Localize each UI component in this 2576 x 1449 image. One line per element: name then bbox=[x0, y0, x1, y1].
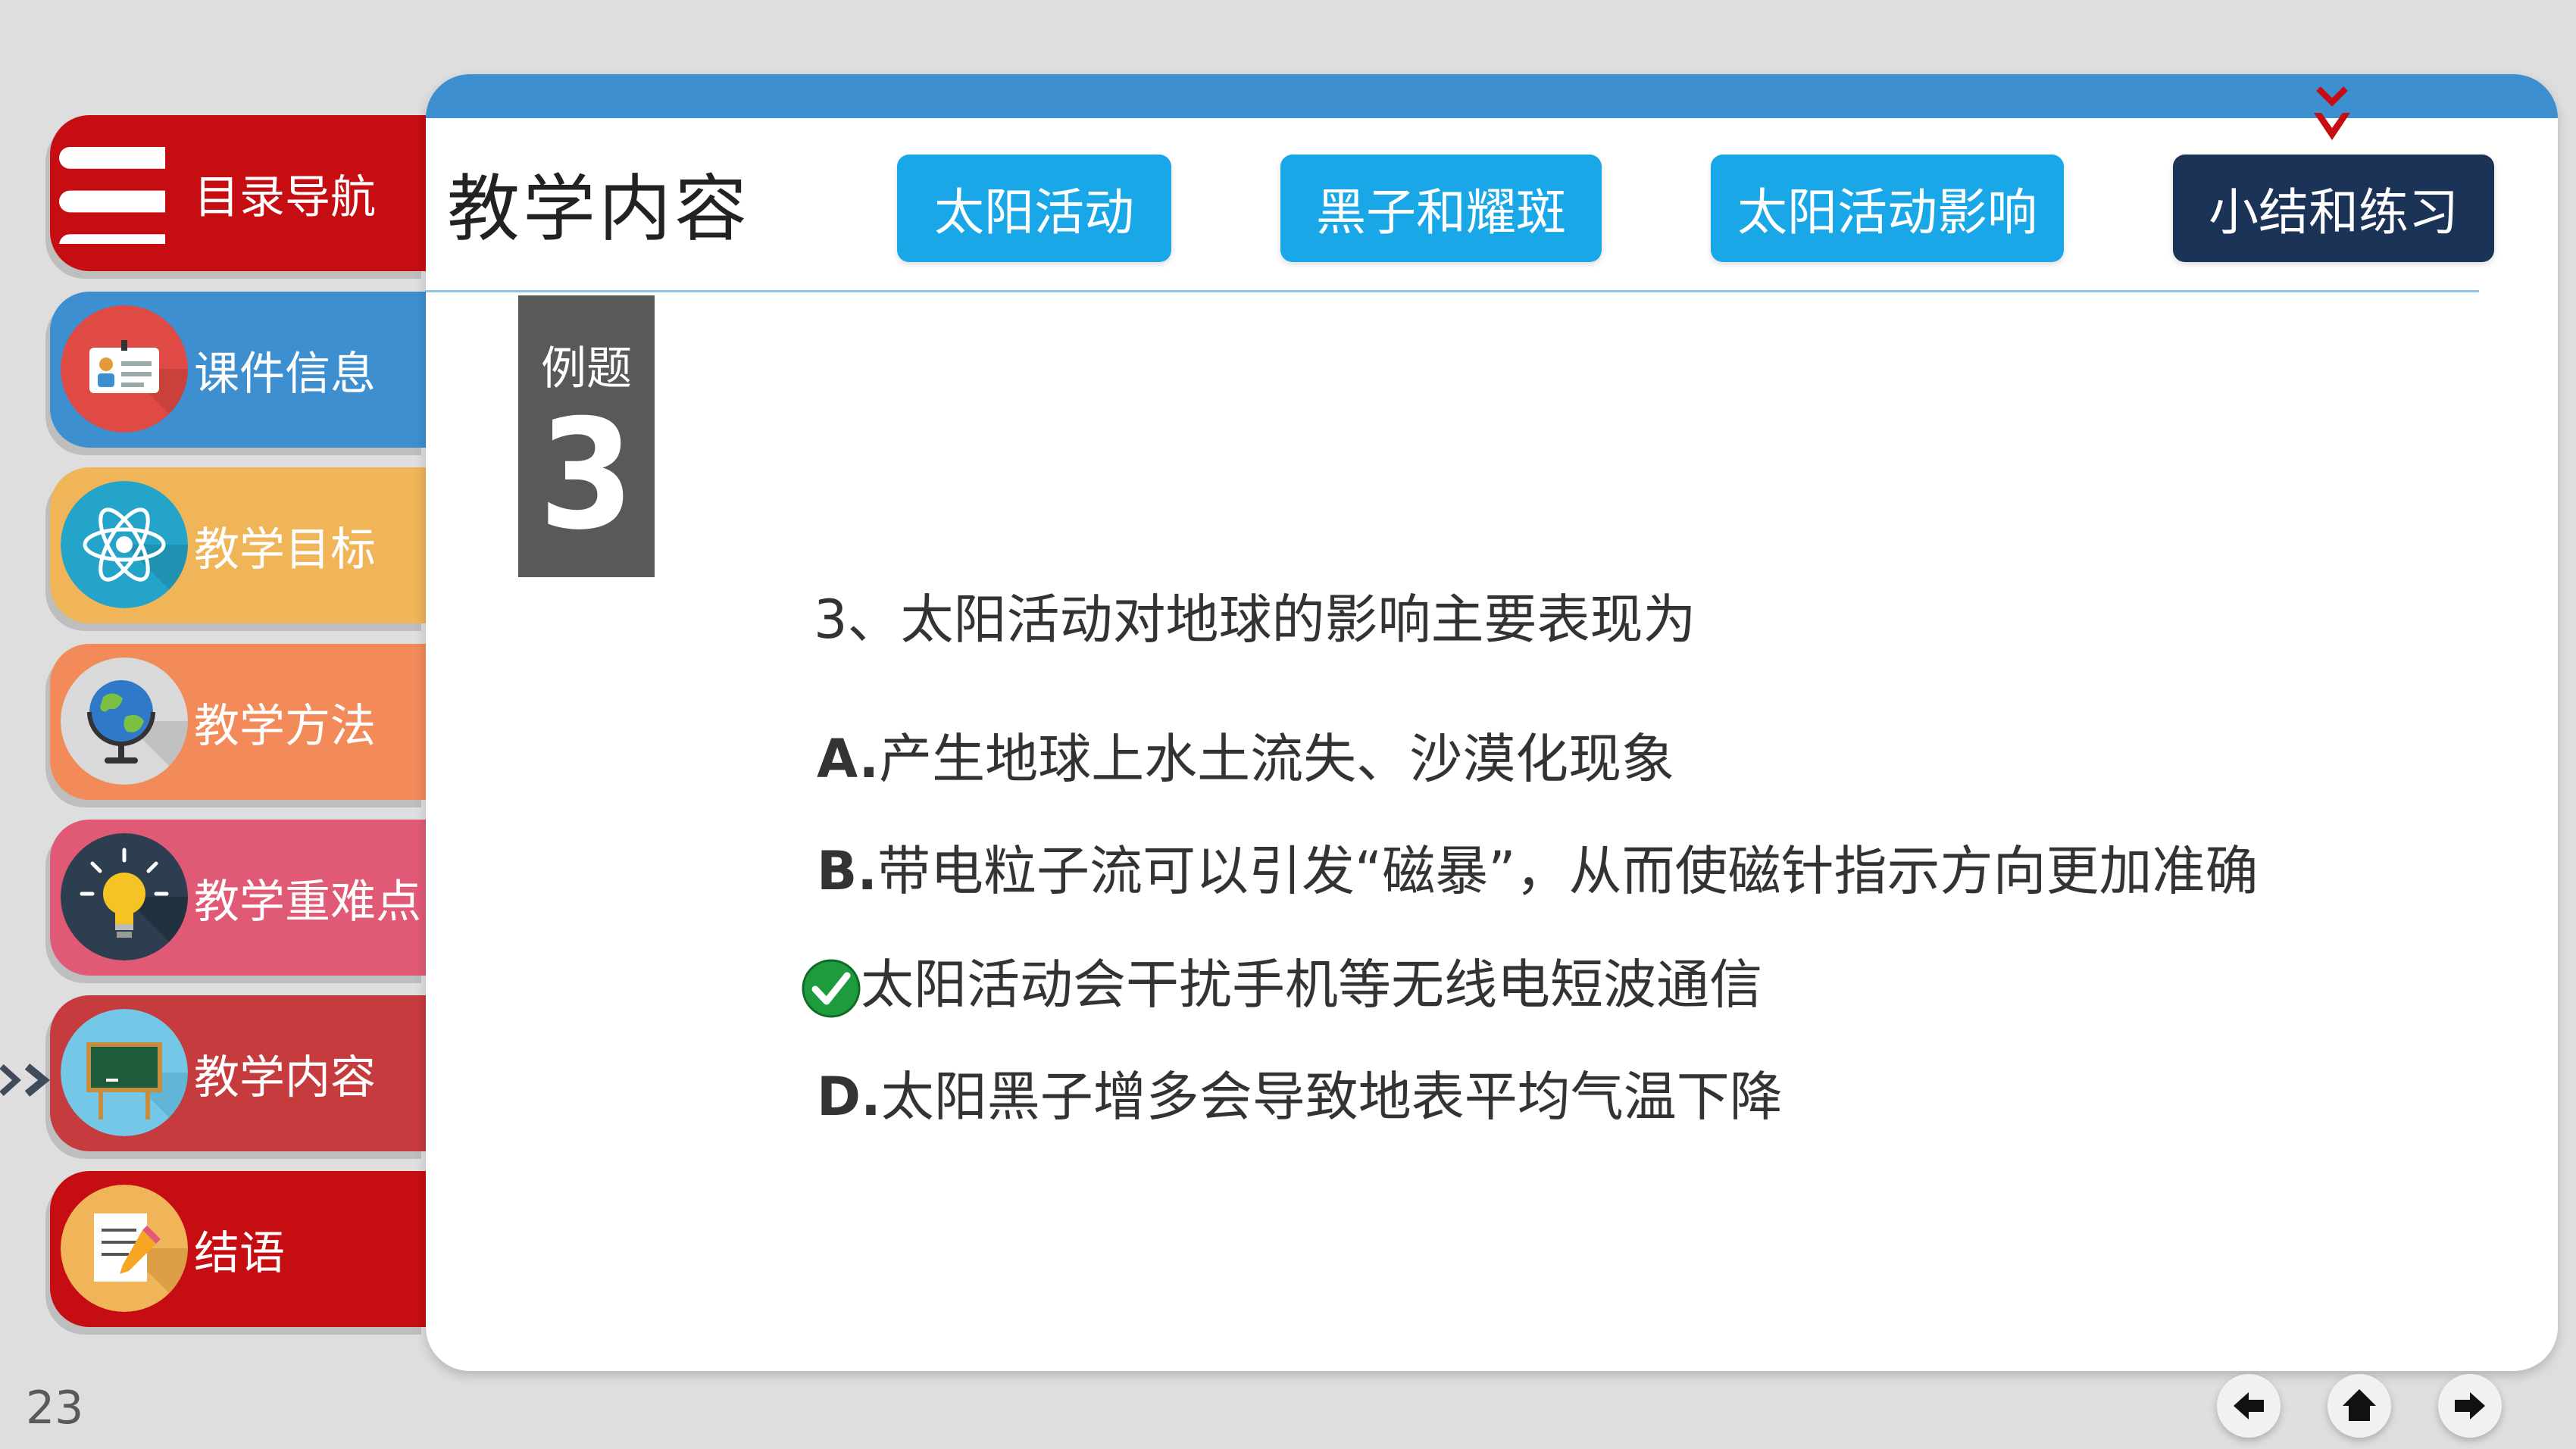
sidebar-item-label: 教学方法 bbox=[194, 699, 376, 753]
option-c[interactable]: 太阳活动会干扰手机等无线电短波通信 bbox=[861, 947, 1762, 1023]
active-indicator-arrows-icon bbox=[0, 1063, 50, 1097]
option-d[interactable]: D.太阳黑子增多会导致地表平均气温下降 bbox=[817, 1059, 1783, 1135]
menu-icon bbox=[59, 138, 165, 244]
home-button[interactable] bbox=[2327, 1374, 2391, 1438]
tab-solar-activity-impact[interactable]: 太阳活动影响 bbox=[1711, 155, 2064, 262]
option-letter: D. bbox=[817, 1066, 881, 1128]
prev-button[interactable] bbox=[2217, 1374, 2281, 1438]
option-text: 产生地球上水土流失、沙漠化现象 bbox=[879, 728, 1675, 790]
option-a[interactable]: A.产生地球上水土流失、沙漠化现象 bbox=[817, 721, 1674, 797]
tab-solar-activity[interactable]: 太阳活动 bbox=[897, 155, 1171, 262]
tab-label: 小结和练习 bbox=[2209, 183, 2459, 242]
page-title: 教学内容 bbox=[447, 167, 750, 251]
page-number: 23 bbox=[26, 1382, 84, 1435]
panel-top-bar bbox=[426, 74, 2558, 118]
sidebar-item-label: 教学目标 bbox=[194, 523, 376, 576]
sidebar-item-courseware-info[interactable]: 课件信息 bbox=[50, 292, 426, 448]
sidebar-nav: 目录导航 课件信息 教学目标 教学方法 教学重难点 教学内容 结语 bbox=[0, 0, 429, 1449]
sidebar-item-label: 目录导航 bbox=[194, 170, 376, 224]
active-tab-chevron-icon bbox=[2314, 86, 2350, 140]
option-letter: A. bbox=[817, 728, 880, 790]
blackboard-icon bbox=[61, 1009, 188, 1136]
sidebar-item-label: 课件信息 bbox=[194, 347, 376, 401]
header-divider bbox=[426, 290, 2479, 292]
home-icon bbox=[2343, 1389, 2376, 1421]
sidebar-item-conclusion[interactable]: 结语 bbox=[50, 1171, 426, 1327]
question-text: 3、太阳活动对地球的影响主要表现为 bbox=[814, 589, 1696, 651]
sidebar-item-toc[interactable]: 目录导航 bbox=[50, 115, 426, 271]
tab-label: 黑子和耀斑 bbox=[1316, 183, 1566, 242]
next-button[interactable] bbox=[2438, 1374, 2502, 1438]
option-letter: B. bbox=[817, 840, 877, 902]
globe-icon bbox=[61, 657, 188, 785]
option-b[interactable]: B.带电粒子流可以引发“磁暴”，从而使磁针指示方向更加准确 bbox=[817, 833, 2258, 909]
option-text: 带电粒子流可以引发“磁暴”，从而使磁针指示方向更加准确 bbox=[877, 840, 2259, 902]
sidebar-item-teaching-goals[interactable]: 教学目标 bbox=[50, 467, 426, 623]
tab-label: 太阳活动影响 bbox=[1737, 183, 2037, 242]
example-badge: 例题 3 bbox=[518, 295, 655, 577]
sidebar-item-key-points[interactable]: 教学重难点 bbox=[50, 820, 426, 976]
lightbulb-icon bbox=[61, 833, 188, 960]
sidebar-item-label: 结语 bbox=[194, 1226, 285, 1280]
tab-summary-practice[interactable]: 小结和练习 bbox=[2173, 155, 2494, 262]
arrow-right-icon bbox=[2455, 1392, 2485, 1419]
sidebar-item-teaching-methods[interactable]: 教学方法 bbox=[50, 644, 426, 800]
atom-icon bbox=[61, 481, 188, 608]
tab-label: 太阳活动 bbox=[934, 183, 1134, 242]
id-card-icon bbox=[61, 305, 188, 433]
sidebar-item-teaching-content[interactable]: 教学内容 bbox=[50, 995, 426, 1151]
correct-check-icon bbox=[802, 959, 861, 1018]
sidebar-item-label: 教学重难点 bbox=[194, 875, 421, 929]
example-number: 3 bbox=[539, 387, 634, 564]
sidebar-item-label: 教学内容 bbox=[194, 1051, 376, 1104]
tab-sunspots-flares[interactable]: 黑子和耀斑 bbox=[1280, 155, 1602, 262]
option-text: 太阳活动会干扰手机等无线电短波通信 bbox=[861, 954, 1762, 1016]
notepad-icon bbox=[61, 1185, 188, 1312]
option-text: 太阳黑子增多会导致地表平均气温下降 bbox=[880, 1066, 1783, 1128]
arrow-left-icon bbox=[2234, 1392, 2264, 1419]
